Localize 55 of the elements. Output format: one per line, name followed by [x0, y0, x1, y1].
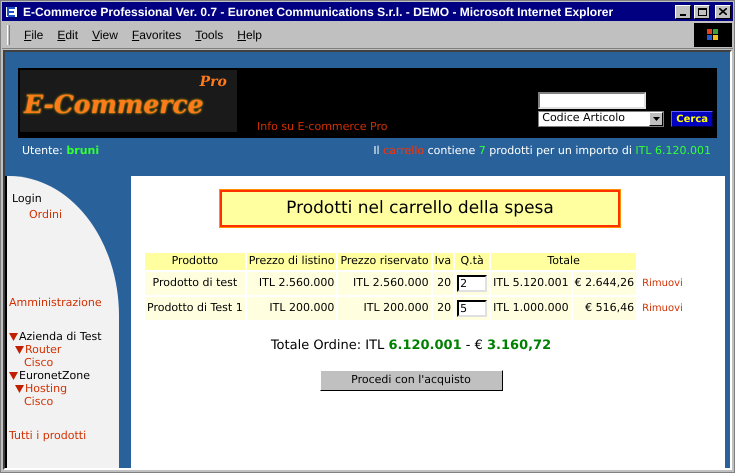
tree-item[interactable]: Cisco	[24, 356, 54, 369]
column-header: Prezzo di listino	[246, 253, 336, 270]
table-cell: ITL 2.560.000	[246, 272, 336, 295]
menu-item[interactable]: Edit	[51, 26, 84, 44]
tree-item[interactable]: Router	[25, 343, 62, 356]
menu-item[interactable]: View	[86, 26, 124, 44]
search-button[interactable]: Cerca	[671, 110, 713, 126]
column-header: Prodotto	[145, 253, 245, 270]
windows-flag-icon	[706, 28, 720, 41]
column-header: Totale	[491, 253, 636, 270]
sidebar-link[interactable]: Ordini	[9, 207, 119, 222]
close-icon	[719, 8, 727, 15]
info-link[interactable]: Info su E-commerce Pro	[257, 118, 388, 135]
table-cell: € 2.644,26	[572, 272, 636, 295]
page-title: Prodotti nel carrello della spesa	[220, 190, 620, 227]
window-title: E-Commerce Professional Ver. 0.7 - Euronet Communications S.r.l. - DEMO - Microsoft Internet Explorer	[23, 4, 614, 20]
proceed-button[interactable]: Procedi con l'acquisto	[320, 370, 502, 390]
table-cell: ITL 200.000	[338, 297, 431, 320]
sidebar-link[interactable]: Tutti i prodotti	[9, 428, 119, 443]
logo-text: E-Commerce	[24, 90, 204, 120]
quantity-field[interactable]: 2	[457, 274, 488, 292]
menu-item[interactable]: Favorites	[126, 26, 188, 44]
cart-summary: Il carrello contiene 7 prodotti per un importo di ITL 6.120.001	[373, 143, 712, 159]
table-cell: ITL 200.000	[246, 297, 336, 320]
tree-item[interactable]: Cisco	[24, 395, 54, 408]
column-header: Q.tà	[455, 253, 490, 270]
table-cell: 20	[432, 297, 454, 320]
order-total: Totale Ordine: ITL 6.120.001 - € 3.160,72	[270, 337, 552, 355]
close-button[interactable]	[715, 4, 731, 18]
table-cell: Prodotto di Test 1	[145, 297, 245, 320]
table-cell: ITL 1.000.000	[491, 297, 571, 320]
tree-item[interactable]: EuronetZone	[19, 369, 90, 382]
logo-superscript: Pro	[200, 74, 227, 90]
menu-item[interactable]: Tools	[189, 26, 230, 44]
menu-item[interactable]: Help	[231, 26, 268, 44]
table-cell: 20	[432, 272, 454, 295]
user-label: Utente: bruni	[22, 143, 100, 159]
sidebar-link[interactable]: Amministrazione	[9, 295, 119, 310]
search-type-dropdown[interactable]: Codice Articolo	[538, 110, 664, 126]
maximize-button[interactable]	[694, 4, 710, 18]
search-field[interactable]	[538, 92, 646, 108]
remove-link[interactable]: Rimuovi	[640, 303, 683, 314]
table-cell: € 516,46	[572, 297, 636, 320]
quantity-field[interactable]: 5	[457, 300, 488, 317]
column-header: Prezzo riservato	[338, 253, 431, 270]
login-link[interactable]: Login	[9, 191, 119, 206]
table-cell: ITL 5.120.001	[491, 272, 571, 295]
remove-link[interactable]: Rimuovi	[640, 278, 683, 290]
table-cell: ITL 2.560.000	[338, 272, 431, 295]
column-header: Iva	[432, 253, 454, 270]
tree-item[interactable]: Azienda di Test	[19, 330, 102, 343]
table-cell: Prodotto di test	[145, 272, 245, 295]
minimize-button[interactable]	[675, 4, 691, 18]
menu-item[interactable]: File	[18, 26, 50, 44]
tree-item[interactable]: Hosting	[25, 382, 68, 395]
